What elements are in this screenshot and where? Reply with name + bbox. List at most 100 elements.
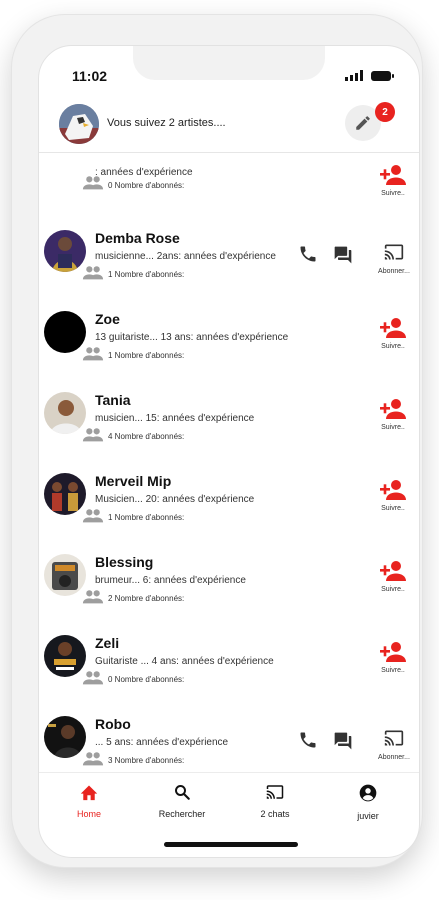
chat-icon[interactable]	[332, 245, 354, 265]
signal-icon	[345, 70, 363, 81]
artist-name: Demba Rose	[95, 230, 180, 246]
follow-button[interactable]: Suivre..	[375, 164, 411, 200]
nav-profile-label: juvier	[357, 811, 379, 821]
follow-label: Suivre..	[381, 343, 405, 350]
artist-row[interactable]: Blessing brumeur... 6: années d'expérien…	[39, 551, 419, 631]
artist-followers: 1 Nombre d'abonnés:	[108, 513, 185, 522]
subscribe-button[interactable]: Abonner...	[373, 728, 415, 761]
search-icon	[175, 785, 190, 800]
artist-row[interactable]: Merveil Mip Musicien... 20: années d'exp…	[39, 470, 419, 550]
status-icons	[345, 70, 394, 81]
account-icon	[359, 784, 377, 802]
notification-badge: 2	[375, 102, 395, 122]
battery-icon	[371, 70, 394, 81]
cast-icon	[384, 730, 404, 746]
subscribe-label: Abonner...	[378, 268, 410, 275]
artist-avatar	[44, 392, 86, 434]
artist-row[interactable]: Zoe 13 guitariste... 13 ans: années d'ex…	[39, 308, 419, 388]
artist-row[interactable]: Demba Rose musicienne... 2ans: années d'…	[39, 227, 419, 307]
followers-icon	[82, 509, 104, 523]
artist-followers: 2 Nombre d'abonnés:	[108, 594, 185, 603]
artist-avatar	[44, 635, 86, 677]
followers-icon	[82, 752, 104, 766]
artist-avatar	[44, 473, 86, 515]
artist-row[interactable]: : années d'expérience 0 Nombre d'abonnés…	[39, 158, 419, 238]
person-add-icon	[380, 165, 406, 185]
followers-icon	[82, 176, 104, 190]
subscribe-label: Abonner...	[378, 754, 410, 761]
phone-icon[interactable]	[298, 730, 318, 750]
user-avatar[interactable]	[59, 104, 99, 144]
artist-avatar	[44, 311, 86, 353]
chat-icon[interactable]	[332, 731, 354, 751]
nav-profile[interactable]: juvier	[328, 783, 408, 821]
home-icon	[80, 785, 98, 801]
follow-label: Suivre..	[381, 190, 405, 197]
follow-label: Suivre..	[381, 505, 405, 512]
artist-row[interactable]: Tania musicien... 15: années d'expérienc…	[39, 389, 419, 469]
artist-followers: 0 Nombre d'abonnés:	[108, 675, 185, 684]
person-add-icon	[380, 318, 406, 338]
artist-name: Merveil Mip	[95, 473, 172, 489]
app-header: Vous suivez 2 artistes.... 2	[39, 98, 419, 153]
artist-followers: 0 Nombre d'abonnés:	[108, 181, 185, 190]
follow-label: Suivre..	[381, 586, 405, 593]
cast-icon	[266, 785, 284, 799]
home-indicator	[164, 842, 298, 847]
phone-icon[interactable]	[298, 244, 318, 264]
nav-search-label: Rechercher	[158, 809, 206, 819]
person-add-icon	[380, 399, 406, 419]
artist-name: Zoe	[95, 311, 120, 327]
followers-icon	[82, 428, 104, 442]
artist-followers: 3 Nombre d'abonnés:	[108, 756, 185, 765]
nav-search[interactable]: Rechercher	[142, 783, 222, 819]
artist-avatar	[44, 554, 86, 596]
artist-description: : années d'expérience	[95, 167, 193, 178]
nav-home[interactable]: Home	[49, 783, 129, 819]
followers-icon	[82, 671, 104, 685]
follow-label: Suivre..	[381, 424, 405, 431]
artist-description: musicienne... 2ans: années d'expérience	[95, 251, 276, 262]
bottom-nav: Home Rechercher 2 chats juvier	[39, 772, 419, 825]
person-add-icon	[380, 642, 406, 662]
nav-chats-label: 2 chats	[260, 809, 290, 819]
follow-button[interactable]: Suivre..	[375, 479, 411, 515]
artist-description: 13 guitariste... 13 ans: années d'expéri…	[95, 332, 289, 343]
artist-followers: 1 Nombre d'abonnés:	[108, 351, 185, 360]
app-screen: 11:02 Vous suivez 2 artistes.... 2: ann…	[38, 45, 420, 858]
followers-icon	[82, 590, 104, 604]
artist-row[interactable]: Robo ... 5 ans: années d'expérience 3 No…	[39, 713, 419, 769]
edit-pencil-icon	[356, 116, 370, 130]
artist-avatar	[44, 716, 86, 758]
nav-chats[interactable]: 2 chats	[235, 783, 315, 819]
follow-button[interactable]: Suivre..	[375, 641, 411, 677]
artist-description: ... 5 ans: années d'expérience	[95, 737, 229, 748]
follow-button[interactable]: Suivre..	[375, 398, 411, 434]
status-time: 11:02	[72, 68, 108, 84]
phone-frame: 11:02 Vous suivez 2 artistes.... 2: ann…	[11, 14, 423, 868]
notch	[133, 46, 325, 80]
nav-home-label: Home	[76, 809, 101, 819]
artist-name: Tania	[95, 392, 131, 408]
artist-avatar	[44, 230, 86, 272]
artist-description: brumeur... 6: années d'expérience	[95, 575, 246, 586]
artist-followers: 1 Nombre d'abonnés:	[108, 270, 185, 279]
cast-icon	[384, 244, 404, 260]
follow-button[interactable]: Suivre..	[375, 317, 411, 353]
follow-label: Suivre..	[381, 667, 405, 674]
artist-row[interactable]: Zeli Guitariste ... 4 ans: années d'expé…	[39, 632, 419, 712]
follow-button[interactable]: Suivre..	[375, 560, 411, 596]
artist-name: Blessing	[95, 554, 154, 570]
artist-description: musicien... 15: années d'expérience	[95, 413, 255, 424]
followers-icon	[82, 347, 104, 361]
person-add-icon	[380, 480, 406, 500]
subscribe-button[interactable]: Abonner...	[373, 242, 415, 275]
artist-followers: 4 Nombre d'abonnés:	[108, 432, 185, 441]
header-title: Vous suivez 2 artistes....	[107, 117, 226, 129]
followers-icon	[82, 266, 104, 280]
person-add-icon	[380, 561, 406, 581]
artist-description: Musicien... 20: années d'expérience	[95, 494, 255, 505]
artist-description: Guitariste ... 4 ans: années d'expérienc…	[95, 656, 274, 667]
artist-name: Robo	[95, 716, 131, 732]
artist-list: : années d'expérience 0 Nombre d'abonnés…	[39, 153, 419, 769]
